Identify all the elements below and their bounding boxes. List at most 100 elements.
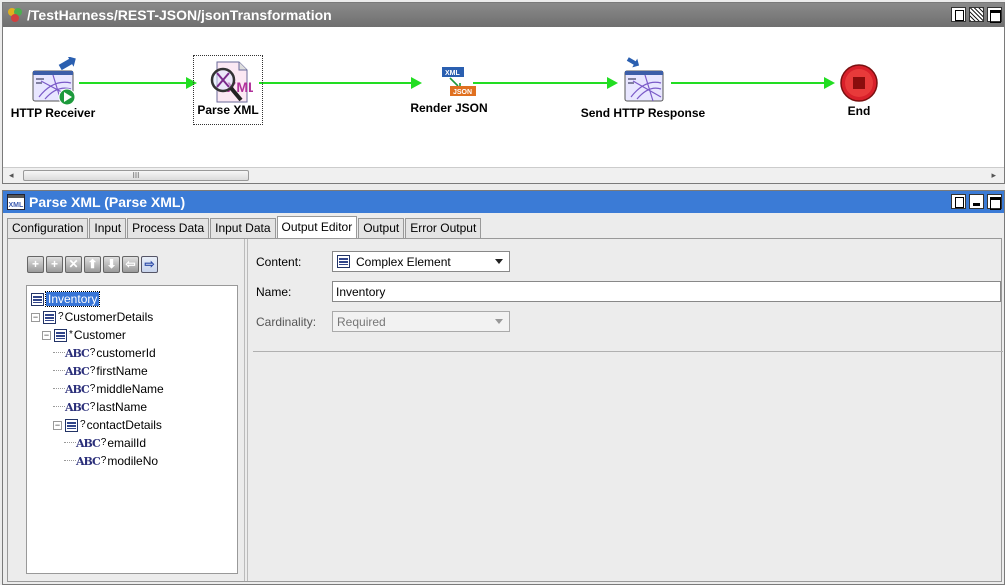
- tree-connector: [64, 434, 76, 443]
- parse-xml-icon: XML: [210, 61, 257, 103]
- svg-text:XML: XML: [445, 70, 461, 77]
- tree-node-label: emailId: [107, 436, 147, 450]
- tree-row[interactable]: −? CustomerDetails: [31, 308, 153, 326]
- chevron-down-icon: [495, 319, 503, 324]
- schema-tree[interactable]: Inventory −? CustomerDetails − * Customer ABC?…: [26, 285, 238, 574]
- tab-output[interactable]: Output: [358, 218, 405, 238]
- node-label: HTTP Receiver: [10, 106, 96, 120]
- tab-configuration[interactable]: Configuration: [7, 218, 89, 238]
- horizontal-scrollbar[interactable]: ◂ III ▸: [3, 167, 1004, 183]
- tree-row[interactable]: ABC? firstName: [53, 362, 148, 380]
- node-label: Render JSON: [410, 101, 488, 115]
- content-select-value: Complex Element: [356, 254, 451, 269]
- tab-error-output[interactable]: Error Output: [405, 218, 482, 238]
- maximize-button[interactable]: [987, 7, 1002, 23]
- cardinality-select-value: Required: [337, 314, 386, 329]
- tab-output-editor[interactable]: Output Editor: [276, 216, 358, 239]
- tab-bar: Configuration Input Process Data Input D…: [7, 216, 482, 239]
- tree-expander-icon[interactable]: −: [31, 312, 40, 322]
- tree-row[interactable]: Inventory: [31, 290, 101, 308]
- complex-element-icon: [65, 418, 78, 432]
- process-title: /TestHarness/REST-JSON/jsonTransformatio…: [27, 7, 332, 23]
- scroll-thumb[interactable]: III: [23, 170, 249, 181]
- name-input[interactable]: [332, 281, 1001, 302]
- string-element-icon: ABC: [65, 382, 90, 396]
- tree-node-label: customerId: [96, 346, 156, 360]
- maximize-button[interactable]: [987, 194, 1002, 210]
- detail-window: XML Parse XML (Parse XML) Configuration …: [2, 190, 1005, 585]
- tree-toolbar: + + ✕ ⬆ ⬇ ⇦ ⇨: [24, 255, 242, 273]
- restore-doc-button[interactable]: [951, 7, 966, 22]
- render-json-icon: XML JSON: [442, 67, 476, 96]
- chevron-down-icon: [495, 259, 503, 264]
- complex-element-icon: [337, 255, 350, 268]
- tree-connector: [53, 344, 65, 353]
- xml-activity-icon: XML: [7, 194, 25, 210]
- string-element-icon: ABC: [76, 436, 101, 450]
- tree-node-label: modileNo: [107, 454, 159, 468]
- scroll-right-arrow-icon[interactable]: ▸: [991, 170, 996, 181]
- tree-row[interactable]: −? contactDetails: [53, 416, 162, 434]
- send-http-response-icon: [624, 57, 664, 102]
- move-left-button[interactable]: ⇦: [122, 255, 139, 273]
- tree-connector: [53, 380, 65, 389]
- move-right-button[interactable]: ⇨: [141, 255, 158, 273]
- cardinality-select[interactable]: Required: [332, 311, 510, 332]
- add-sibling-button[interactable]: +: [27, 255, 44, 273]
- node-end[interactable]: End: [829, 63, 889, 118]
- tree-node-label: middleName: [96, 382, 164, 396]
- cardinality-label: Cardinality:: [256, 315, 317, 329]
- complex-element-icon: [43, 310, 56, 324]
- divider: [253, 351, 1003, 352]
- node-label: Parse XML: [197, 103, 259, 117]
- process-canvas[interactable]: HTTP Receiver XML Parse XML XML JSON: [3, 27, 1004, 167]
- string-element-icon: ABC: [65, 364, 90, 378]
- tree-node-label: Inventory: [44, 291, 101, 307]
- grid-toggle-button[interactable]: [969, 7, 984, 22]
- pane-splitter[interactable]: [244, 239, 248, 581]
- process-package-icon: [8, 8, 22, 22]
- node-parse-xml[interactable]: XML Parse XML: [193, 55, 263, 125]
- complex-element-icon: [54, 328, 67, 342]
- restore-doc-button[interactable]: [951, 194, 966, 209]
- minimize-button[interactable]: [969, 194, 984, 209]
- move-down-button[interactable]: ⬇: [103, 255, 120, 273]
- tree-node-label: contactDetails: [86, 418, 162, 432]
- tree-row[interactable]: ABC? middleName: [53, 380, 164, 398]
- schema-tree-pane: + + ✕ ⬆ ⬇ ⇦ ⇨ Inventory −? CustomerDetails…: [24, 255, 242, 580]
- name-label: Name:: [256, 285, 292, 299]
- delete-button[interactable]: ✕: [65, 255, 82, 273]
- node-http-receiver[interactable]: HTTP Receiver: [7, 56, 99, 120]
- tab-input[interactable]: Input: [89, 218, 127, 238]
- flow-connector[interactable]: [259, 82, 415, 84]
- tab-process-data[interactable]: Process Data: [127, 218, 210, 238]
- process-window: /TestHarness/REST-JSON/jsonTransformatio…: [2, 2, 1005, 184]
- add-child-button[interactable]: +: [46, 255, 63, 273]
- svg-text:XML: XML: [9, 202, 25, 209]
- move-up-button[interactable]: ⬆: [84, 255, 101, 273]
- tree-node-label: Customer: [73, 328, 126, 342]
- node-label: End: [847, 104, 871, 118]
- process-title-bar[interactable]: /TestHarness/REST-JSON/jsonTransformatio…: [3, 3, 1004, 27]
- tree-node-label: firstName: [96, 364, 148, 378]
- content-label: Content:: [256, 255, 302, 269]
- content-select[interactable]: Complex Element: [332, 251, 510, 272]
- http-receiver-icon: [32, 56, 76, 106]
- tree-row[interactable]: ABC? lastName: [53, 398, 147, 416]
- tree-row[interactable]: − * Customer: [42, 326, 126, 344]
- tree-node-label: CustomerDetails: [64, 310, 154, 324]
- element-properties-pane: Content: Complex Element Name: Cardinali…: [253, 239, 1003, 581]
- node-render-json[interactable]: XML JSON Render JSON: [401, 65, 497, 115]
- scroll-left-arrow-icon[interactable]: ◂: [9, 170, 14, 181]
- stop-icon: [840, 64, 878, 102]
- node-send-http-response[interactable]: Send HTTP Response: [577, 57, 709, 120]
- detail-title-bar[interactable]: XML Parse XML (Parse XML): [3, 191, 1004, 213]
- tree-expander-icon[interactable]: −: [53, 420, 62, 430]
- tree-row[interactable]: ABC? modileNo: [64, 452, 158, 470]
- tab-input-data[interactable]: Input Data: [210, 218, 276, 238]
- tree-connector: [64, 452, 76, 461]
- tree-expander-icon[interactable]: −: [42, 330, 51, 340]
- tree-row[interactable]: ABC? customerId: [53, 344, 156, 362]
- output-editor-panel: + + ✕ ⬆ ⬇ ⇦ ⇨ Inventory −? CustomerDetails…: [7, 238, 1003, 582]
- tree-row[interactable]: ABC? emailId: [64, 434, 146, 452]
